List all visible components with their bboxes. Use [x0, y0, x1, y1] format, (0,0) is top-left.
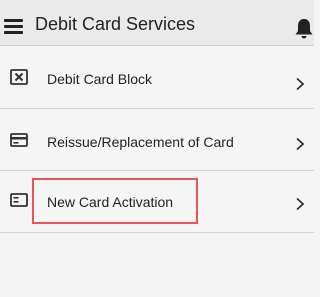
card-block-icon: [10, 69, 28, 85]
menu-item-debit-card-block[interactable]: Debit Card Block: [0, 47, 314, 109]
menu-item-label: Reissue/Replacement of Card: [47, 134, 234, 150]
menu-item-reissue-replacement[interactable]: Reissue/Replacement of Card: [0, 109, 314, 171]
chevron-right-icon: [296, 77, 305, 91]
app-screen: Debit Card Services Debit Card Block Rei…: [0, 0, 314, 297]
app-header: Debit Card Services: [0, 0, 314, 46]
menu-item-label: Debit Card Block: [47, 71, 153, 87]
chevron-right-icon: [296, 197, 305, 211]
menu-item-label: New Card Activation: [47, 194, 174, 210]
bell-icon[interactable]: [294, 18, 314, 40]
card-activation-icon: [10, 193, 28, 207]
chevron-right-icon: [296, 137, 305, 151]
menu-item-new-card-activation[interactable]: New Card Activation: [0, 171, 314, 233]
page-title: Debit Card Services: [35, 14, 196, 34]
credit-card-icon: [10, 133, 28, 147]
hamburger-menu-icon[interactable]: [4, 19, 23, 35]
empty-content-area: [0, 234, 314, 297]
